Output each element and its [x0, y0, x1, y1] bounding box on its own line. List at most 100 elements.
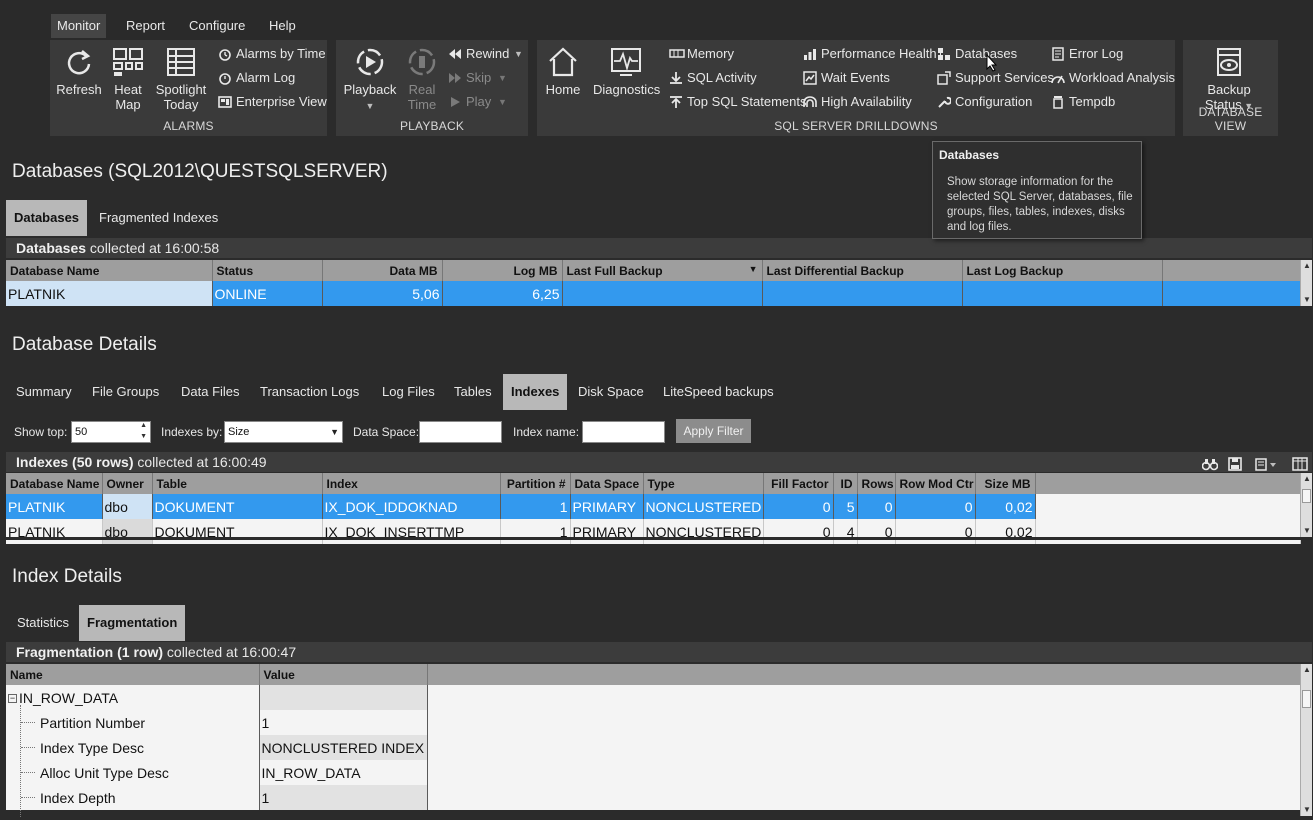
table-row[interactable]: PLATNIK ONLINE 5,06 6,25 [6, 281, 1301, 306]
diagnostics-button[interactable]: Diagnostics [593, 46, 660, 97]
col-filler [1035, 473, 1301, 494]
col-status[interactable]: Status [212, 260, 323, 281]
col-value[interactable]: Value [259, 664, 428, 685]
alarm-log-label: Alarm Log [236, 70, 296, 85]
tab-disk-space[interactable]: Disk Space [570, 374, 652, 410]
apply-filter-button[interactable]: Apply Filter [676, 419, 751, 443]
heat-map-icon [113, 48, 143, 76]
playback-button[interactable]: Playback ▼ [342, 46, 398, 114]
col-id[interactable]: ID [833, 473, 858, 494]
scroll-thumb[interactable] [1302, 690, 1311, 708]
col-filler [1162, 260, 1301, 281]
scroll-down-icon[interactable]: ▼ [1301, 804, 1313, 816]
col-partition[interactable]: Partition # [500, 473, 571, 494]
find-icon[interactable] [1202, 457, 1218, 471]
column-chooser-icon[interactable] [1292, 457, 1308, 471]
tab-fragmentation[interactable]: Fragmentation [79, 605, 186, 641]
export-menu-icon[interactable] [1255, 457, 1277, 471]
menu-bar: Monitor Report Configure Help [0, 0, 1313, 40]
sql-activity-icon [670, 72, 682, 84]
data-space-input[interactable] [419, 421, 502, 443]
col-last-full-backup[interactable]: Last Full Backup ▼ [562, 260, 763, 281]
spotlight-today-button[interactable]: Spotlight Today [154, 46, 208, 112]
scroll-up-icon[interactable]: ▲ [1301, 260, 1313, 272]
tab-data-files[interactable]: Data Files [173, 374, 248, 410]
tab-databases[interactable]: Databases [6, 200, 88, 236]
tree-line [21, 772, 35, 773]
col-name[interactable]: Name [6, 664, 260, 685]
backup-status-label-1: Backup [1207, 82, 1251, 97]
real-time-button[interactable]: Real Time [402, 46, 442, 112]
wait-events-icon [803, 71, 817, 85]
backup-status-button[interactable]: Backup Status ▼ [1199, 46, 1259, 114]
col-log-mb[interactable]: Log MB [442, 260, 563, 281]
cell-table: DOKUMENT [152, 519, 323, 544]
index-name-input[interactable] [582, 421, 665, 443]
table-row[interactable]: PLATNIK dbo DOKUMENT IX_DOK_INSERTTMP 1 … [6, 519, 1301, 544]
col-database-name[interactable]: Database Name [6, 260, 213, 281]
tab-log-files[interactable]: Log Files [374, 374, 443, 410]
menu-monitor[interactable]: Monitor [51, 14, 107, 38]
tab-file-groups[interactable]: File Groups [84, 374, 167, 410]
tab-transaction-logs[interactable]: Transaction Logs [252, 374, 367, 410]
cell-data-space: PRIMARY [570, 494, 644, 519]
indexes-scrollbar[interactable]: ▲ ▼ [1300, 473, 1312, 537]
show-top-stepper[interactable]: 50 ▲ ▼ [71, 421, 151, 443]
tree-group-row[interactable]: − IN_ROW_DATA [6, 685, 1301, 710]
col-index[interactable]: Index [322, 473, 501, 494]
cell-group-name: − IN_ROW_DATA [6, 685, 260, 710]
heat-map-button[interactable]: Heat Map [108, 46, 148, 112]
col-data-space[interactable]: Data Space [570, 473, 644, 494]
col-data-mb[interactable]: Data MB [322, 260, 443, 281]
col-rows[interactable]: Rows [857, 473, 896, 494]
col-fill-factor[interactable]: Fill Factor [763, 473, 834, 494]
tab-litespeed-backups[interactable]: LiteSpeed backups [655, 374, 782, 410]
tab-tables[interactable]: Tables [446, 374, 500, 410]
stepper-arrows-icon[interactable]: ▲ ▼ [140, 420, 147, 442]
scroll-down-icon[interactable]: ▼ [1301, 294, 1313, 306]
tree-row[interactable]: Index Type Desc NONCLUSTERED INDEX [6, 735, 1301, 760]
col-last-differential-backup[interactable]: Last Differential Backup [762, 260, 963, 281]
scroll-thumb[interactable] [1302, 489, 1311, 503]
high-availability-icon [803, 96, 817, 107]
tab-fragmented-indexes[interactable]: Fragmented Indexes [91, 200, 226, 236]
table-row[interactable]: PLATNIK dbo DOKUMENT IX_DOK_IDDOKNAD 1 P… [6, 494, 1301, 519]
indexes-by-select[interactable]: Size ▼ [224, 421, 343, 443]
rewind-icon [449, 49, 461, 59]
scroll-up-icon[interactable]: ▲ [1301, 664, 1313, 676]
tree-row[interactable]: Alloc Unit Type Desc IN_ROW_DATA [6, 760, 1301, 785]
col-database-name[interactable]: Database Name [6, 473, 103, 494]
col-filler [427, 664, 1301, 685]
cell-partition: 1 [500, 519, 571, 544]
refresh-button[interactable]: Refresh [56, 46, 102, 97]
spotlight-label-1: Spotlight [155, 82, 207, 97]
tab-statistics[interactable]: Statistics [9, 605, 77, 641]
col-owner[interactable]: Owner [102, 473, 153, 494]
tab-summary[interactable]: Summary [8, 374, 80, 410]
performance-health-icon [804, 49, 816, 60]
col-table[interactable]: Table [152, 473, 323, 494]
database-view-caption: DATABASE VIEW [1198, 105, 1263, 133]
tab-indexes[interactable]: Indexes [503, 374, 568, 410]
configuration-label: Configuration [955, 94, 1033, 109]
menu-report[interactable]: Report [120, 14, 171, 38]
wrench-icon [938, 96, 951, 108]
high-availability-label: High Availability [821, 94, 912, 109]
menu-help[interactable]: Help [263, 14, 302, 38]
col-type[interactable]: Type [643, 473, 764, 494]
col-row-mod-ctr[interactable]: Row Mod Ctr [895, 473, 976, 494]
scroll-down-icon[interactable]: ▼ [1301, 525, 1313, 537]
menu-configure[interactable]: Configure [183, 14, 251, 38]
col-last-log-backup[interactable]: Last Log Backup [962, 260, 1163, 281]
fragmentation-scrollbar[interactable]: ▲ ▼ [1300, 664, 1312, 816]
collapse-icon[interactable]: − [8, 694, 17, 704]
tree-row[interactable]: Partition Number 1 [6, 710, 1301, 735]
scroll-up-icon[interactable]: ▲ [1301, 473, 1313, 485]
fragmentation-caption-bold: Fragmentation (1 row) [16, 644, 164, 660]
col-size-mb[interactable]: Size MB [975, 473, 1036, 494]
tree-row[interactable]: Index Depth 1 [6, 785, 1301, 810]
save-icon[interactable] [1228, 457, 1242, 471]
home-button[interactable]: Home [543, 46, 583, 97]
databases-scrollbar[interactable]: ▲ ▼ [1300, 260, 1312, 306]
cell-filler [1162, 281, 1301, 306]
